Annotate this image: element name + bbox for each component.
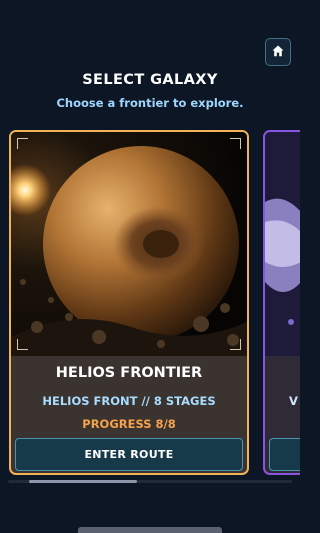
scrollbar-thumb[interactable]: [29, 480, 138, 483]
galaxy-name: HELIOS FRONTIER: [55, 365, 203, 381]
carousel-scrollbar[interactable]: [8, 480, 292, 483]
home-icon: [271, 43, 285, 62]
home-button[interactable]: [265, 38, 291, 66]
page-subtitle: Choose a frontier to explore.: [56, 96, 244, 110]
galaxy-carousel[interactable]: HELIOS FRONTIER HELIOS FRONT // 8 STAGES…: [0, 130, 300, 475]
enter-route-button[interactable]: ENTER ROUTE: [15, 438, 243, 471]
galaxy-card-next[interactable]: V: [263, 130, 300, 475]
galaxy-progress: PROGRESS 8/8: [82, 417, 176, 431]
galaxy-stages: V: [289, 394, 298, 408]
galaxy-card-helios[interactable]: HELIOS FRONTIER HELIOS FRONT // 8 STAGES…: [9, 130, 249, 475]
frame-corner: [17, 339, 28, 350]
galaxy-stages: HELIOS FRONT // 8 STAGES: [42, 394, 216, 408]
frame-corner: [17, 138, 28, 149]
page-title: SELECT GALAXY: [82, 72, 218, 88]
frame-corner: [230, 138, 241, 149]
frame-corner: [230, 339, 241, 350]
enter-route-button[interactable]: [269, 438, 300, 471]
galaxy-art: [265, 132, 300, 356]
home-indicator: [78, 527, 222, 533]
planet-art: [11, 132, 247, 356]
